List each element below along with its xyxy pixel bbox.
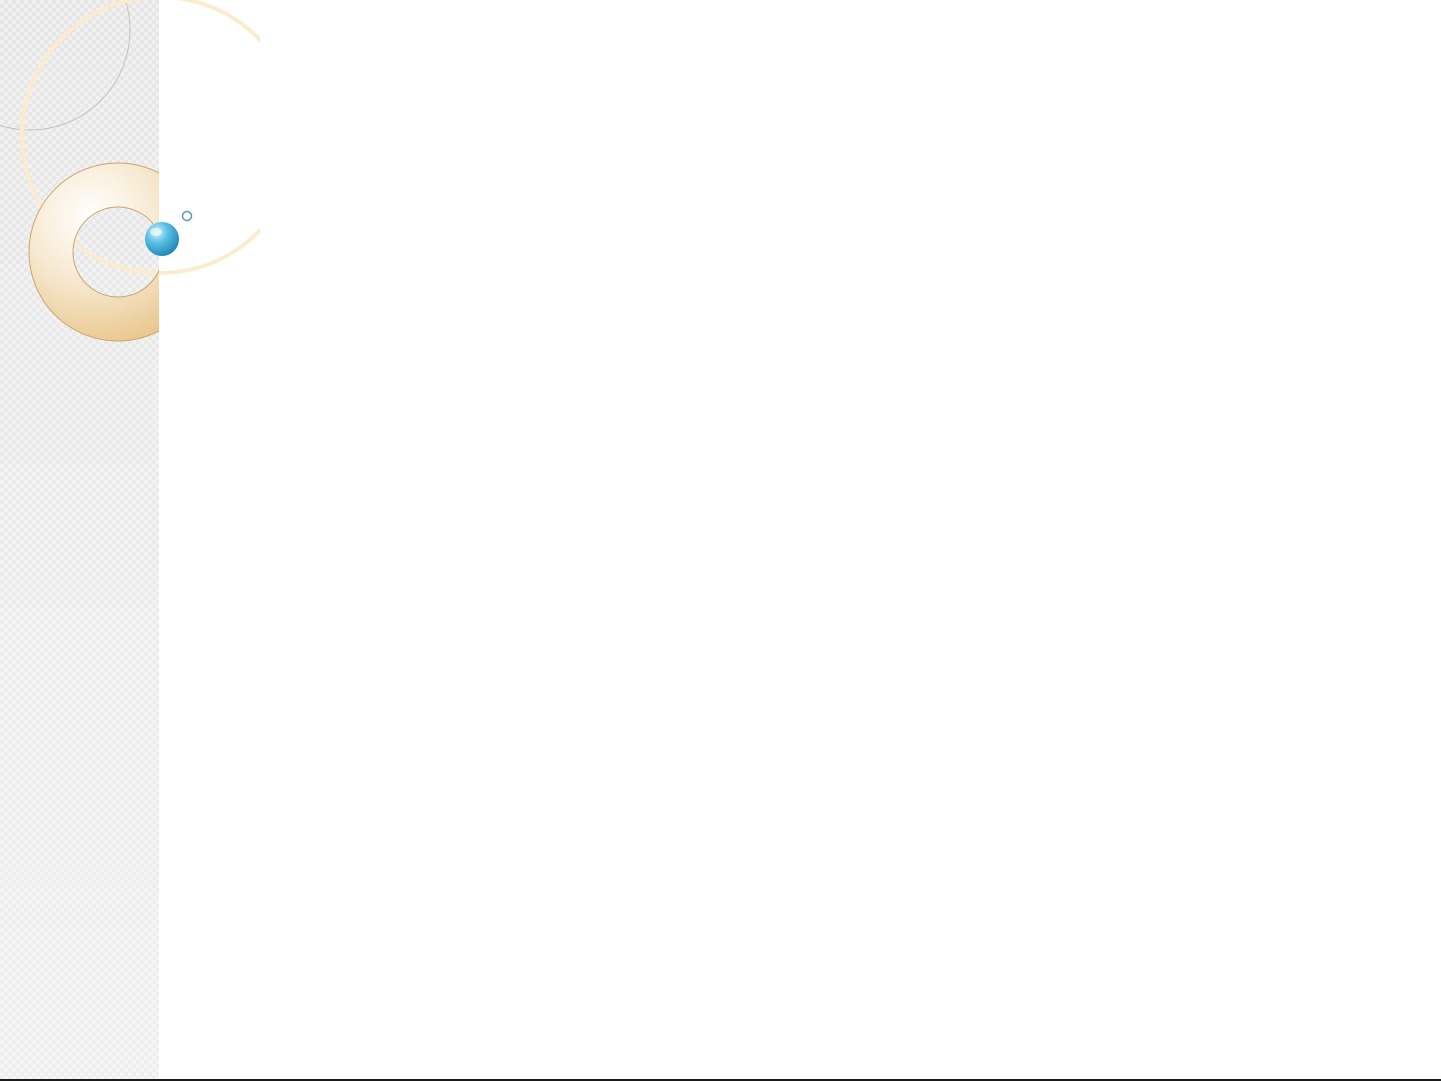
slide-content-area bbox=[200, 60, 1380, 1020]
sphere-icon bbox=[145, 222, 179, 256]
thin-arc bbox=[0, 0, 131, 131]
small-circle-icon bbox=[181, 210, 193, 222]
sphere-highlight bbox=[150, 228, 162, 236]
slide bbox=[0, 0, 1441, 1081]
ring-icon bbox=[28, 162, 159, 342]
